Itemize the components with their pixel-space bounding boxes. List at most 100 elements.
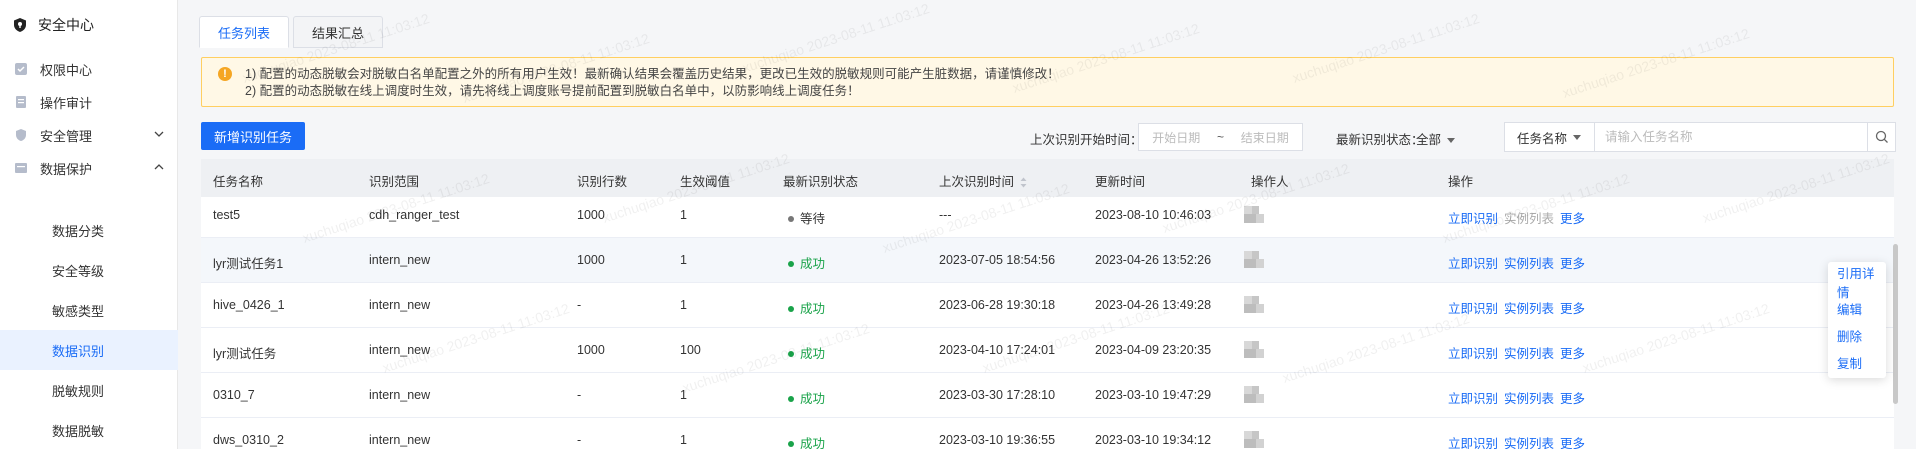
more-link[interactable]: 更多 bbox=[1560, 257, 1585, 271]
status-select[interactable]: 全部 bbox=[1416, 129, 1456, 148]
range-separator: ~ bbox=[1216, 130, 1224, 144]
cell-status: 成功 bbox=[788, 298, 825, 317]
identify-now-link[interactable]: 立即识别 bbox=[1448, 257, 1498, 271]
identify-now-link[interactable]: 立即识别 bbox=[1448, 302, 1498, 316]
identify-now-link[interactable]: 立即识别 bbox=[1448, 392, 1498, 406]
cell-task-name[interactable]: dws_0310_2 bbox=[213, 433, 284, 447]
header-operator: 操作人 bbox=[1251, 175, 1289, 189]
sidebar-title: 安全中心 bbox=[12, 14, 94, 36]
end-date-placeholder[interactable]: 结束日期 bbox=[1228, 129, 1303, 146]
cell-threshold: 1 bbox=[680, 253, 687, 267]
identify-now-link[interactable]: 立即识别 bbox=[1448, 437, 1498, 449]
identify-now-link[interactable]: 立即识别 bbox=[1448, 347, 1498, 361]
sidebar-sub-label: 数据分类 bbox=[52, 223, 105, 239]
row-actions: 立即识别 实例列表 更多 bbox=[1448, 298, 1585, 317]
sidebar-item-security-level[interactable]: 安全等级 bbox=[0, 250, 178, 290]
search-input[interactable] bbox=[1595, 123, 1867, 151]
notice-line-1: 1) 配置的动态脱敏会对脱敏白名单配置之外的所有用户生效！最新确认结果会覆盖历史… bbox=[245, 67, 1060, 81]
cell-updated: 2023-04-09 23:20:35 bbox=[1095, 343, 1212, 357]
sidebar-item-data-classification[interactable]: 数据分类 bbox=[0, 210, 178, 250]
more-link[interactable]: 更多 bbox=[1560, 347, 1585, 361]
cell-task-name[interactable]: hive_0426_1 bbox=[213, 298, 285, 312]
menu-item-reference-details[interactable]: 引用详情 bbox=[1828, 267, 1886, 300]
cell-status: 成功 bbox=[788, 253, 825, 272]
instance-list-link[interactable]: 实例列表 bbox=[1504, 347, 1554, 361]
sidebar-item-data-masking[interactable]: 数据脱敏 bbox=[0, 410, 178, 449]
more-link[interactable]: 更多 bbox=[1560, 437, 1585, 449]
sort-icon[interactable] bbox=[1020, 177, 1027, 188]
tab-result-summary[interactable]: 结果汇总 bbox=[293, 16, 384, 48]
status-dot-icon bbox=[788, 350, 794, 357]
caret-down-icon bbox=[1573, 134, 1582, 140]
search-button[interactable] bbox=[1867, 123, 1895, 151]
sidebar-item-data-protection[interactable]: 数据保护 bbox=[0, 148, 178, 188]
start-date-placeholder[interactable]: 开始日期 bbox=[1139, 129, 1214, 146]
cell-task-name[interactable]: 0310_7 bbox=[213, 388, 255, 402]
sidebar-item-data-identification[interactable]: 数据识别 bbox=[0, 330, 178, 370]
menu-item-copy[interactable]: 复制 bbox=[1828, 349, 1886, 376]
cell-threshold: 1 bbox=[680, 208, 687, 222]
row-actions: 立即识别 实例列表 更多 bbox=[1448, 433, 1585, 449]
header-last-time[interactable]: 上次识别时间 bbox=[939, 171, 1027, 190]
permission-icon bbox=[15, 63, 27, 75]
sidebar-sub-label: 脱敏规则 bbox=[52, 383, 105, 399]
search-field-select[interactable]: 任务名称 bbox=[1505, 123, 1595, 151]
more-link[interactable]: 更多 bbox=[1560, 392, 1585, 406]
date-range-picker[interactable]: 开始日期 ~ 结束日期 bbox=[1138, 123, 1303, 151]
cell-row-count: 1000 bbox=[577, 253, 605, 267]
more-link[interactable]: 更多 bbox=[1560, 212, 1585, 226]
table-row: dws_0310_2 intern_new - 1 2023-03-10 19:36:5… bbox=[201, 418, 1894, 449]
status-label: 最新识别状态： bbox=[1336, 133, 1424, 147]
operator-avatar bbox=[1241, 429, 1267, 449]
sidebar-item-label: 安全管理 bbox=[40, 128, 93, 144]
sidebar-item-masking-rules[interactable]: 脱敏规则 bbox=[0, 370, 178, 410]
status-select-value: 全部 bbox=[1416, 133, 1442, 147]
status-dot-icon bbox=[788, 260, 794, 267]
status-dot-icon bbox=[788, 440, 794, 447]
main-content: 任务列表 结果汇总 ! 1) 配置的动态脱敏会对脱敏白名单配置之外的所有用户生效… bbox=[178, 0, 1916, 449]
row-actions: 立即识别 实例列表 更多 bbox=[1448, 343, 1585, 362]
instance-list-link[interactable]: 实例列表 bbox=[1504, 302, 1554, 316]
menu-item-delete[interactable]: 删除 bbox=[1828, 322, 1886, 349]
audit-icon bbox=[16, 96, 26, 108]
table-row: test5 cdh_ranger_test 1000 1 --- 2023-08-10 1… bbox=[201, 193, 1894, 238]
cell-updated: 2023-03-10 19:47:29 bbox=[1095, 388, 1212, 402]
instance-list-link[interactable]: 实例列表 bbox=[1504, 437, 1554, 449]
shield-icon bbox=[16, 129, 26, 141]
notice-line-2: 2) 配置的动态脱敏在线上调度时生效，请先将线上调度账号提前配置到脱敏白名单中，… bbox=[245, 84, 860, 98]
cell-task-name[interactable]: lyr测试任务1 bbox=[213, 253, 283, 272]
cell-row-count: - bbox=[577, 433, 582, 447]
new-task-button[interactable]: 新增识别任务 bbox=[201, 122, 305, 150]
status-text: 等待 bbox=[800, 212, 826, 226]
sidebar-item-sensitive-type[interactable]: 敏感类型 bbox=[0, 290, 178, 330]
operator-avatar bbox=[1241, 204, 1267, 226]
table-scrollbar[interactable] bbox=[1893, 244, 1898, 404]
instance-list-link[interactable]: 实例列表 bbox=[1504, 392, 1554, 406]
cell-row-count: - bbox=[577, 388, 582, 402]
search-icon bbox=[1875, 130, 1888, 143]
instance-list-link[interactable]: 实例列表 bbox=[1504, 257, 1554, 271]
sidebar-item-label: 数据保护 bbox=[40, 161, 93, 177]
operator-avatar bbox=[1241, 384, 1267, 406]
table-row: lyr测试任务1 intern_new 1000 1 2023-07-05 18:54:… bbox=[201, 238, 1894, 283]
header-scope: 识别范围 bbox=[369, 175, 420, 189]
tab-task-list[interactable]: 任务列表 bbox=[199, 16, 290, 48]
status-dot-icon bbox=[788, 215, 794, 222]
sidebar: 安全中心 权限中心 操作审计 安全管理 数据保护 数据分类 安全等级 敏感类型 … bbox=[0, 0, 178, 449]
cell-last-time: 2023-06-28 19:30:18 bbox=[939, 298, 1056, 312]
cell-task-name[interactable]: test5 bbox=[213, 208, 240, 222]
header-task-name: 任务名称 bbox=[213, 175, 264, 189]
more-link[interactable]: 更多 bbox=[1560, 302, 1585, 316]
sidebar-sub-label: 数据识别 bbox=[52, 343, 105, 359]
header-row-count: 识别行数 bbox=[577, 175, 628, 189]
header-updated: 更新时间 bbox=[1095, 175, 1146, 189]
cell-scope: intern_new bbox=[369, 253, 431, 267]
status-text: 成功 bbox=[800, 302, 826, 316]
instance-list-link[interactable]: 实例列表 bbox=[1504, 212, 1554, 226]
identify-now-link[interactable]: 立即识别 bbox=[1448, 212, 1498, 226]
cell-task-name[interactable]: lyr测试任务 bbox=[213, 343, 276, 362]
cell-scope: intern_new bbox=[369, 388, 431, 402]
sidebar-sub-label: 敏感类型 bbox=[52, 303, 105, 319]
search-box: 任务名称 bbox=[1504, 122, 1896, 152]
operator-avatar bbox=[1241, 249, 1267, 271]
